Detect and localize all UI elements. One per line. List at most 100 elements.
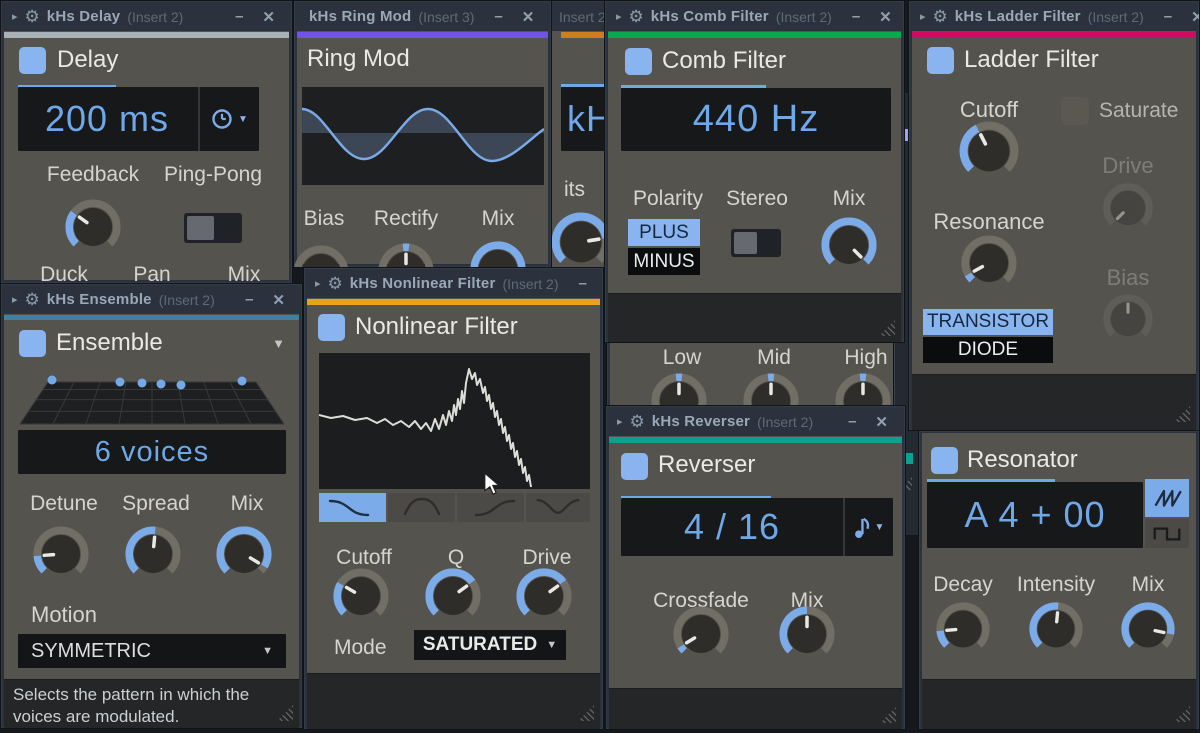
mode-diode-option[interactable]: DIODE (923, 337, 1053, 363)
mix-label: Mix (1103, 573, 1193, 597)
dropdown-arrow-icon: ▼ (546, 639, 557, 651)
close-button[interactable]: ✕ (256, 8, 281, 26)
gear-icon[interactable]: ⚙ (328, 275, 343, 292)
mix-knob[interactable] (215, 525, 273, 583)
cutoff-knob[interactable] (332, 567, 390, 625)
window-titlebar[interactable]: ▸ ⚙ kHs Delay (Insert 2) – ✕ (2, 2, 291, 31)
window-titlebar[interactable]: kHs Ring Mod (Insert 3) – ✕ (295, 2, 550, 31)
minimize-button[interactable]: – (842, 413, 862, 430)
intensity-knob[interactable] (1028, 601, 1084, 657)
window-titlebar[interactable]: ▸ ⚙ kHs Ladder Filter (Insert 2) – ✕ (910, 2, 1198, 31)
crossfade-knob[interactable] (672, 605, 730, 663)
filter-type-notch-button[interactable] (526, 493, 590, 522)
minimize-button[interactable]: – (1158, 8, 1178, 25)
close-button[interactable]: ✕ (600, 275, 604, 293)
waveform-saw-button[interactable] (1145, 479, 1189, 517)
cutoff-knob[interactable] (958, 120, 1020, 182)
close-button[interactable]: ✕ (1185, 8, 1200, 26)
drive-knob[interactable] (515, 567, 573, 625)
value-display[interactable]: 0 kH (561, 87, 606, 151)
filter-type-lowpass-button[interactable] (319, 493, 386, 522)
resize-grip[interactable] (277, 705, 293, 721)
resonance-knob[interactable] (960, 234, 1018, 292)
enable-checkbox[interactable] (931, 447, 958, 474)
mode-dropdown[interactable]: SATURATED ▼ (414, 630, 566, 660)
drive-knob[interactable] (1102, 182, 1154, 234)
collapse-arrow-icon[interactable]: ▸ (617, 415, 623, 428)
stereo-toggle[interactable] (731, 229, 781, 257)
motion-dropdown[interactable]: SYMMETRIC ▼ (18, 634, 286, 668)
resize-grip[interactable] (1174, 706, 1190, 722)
collapse-arrow-icon[interactable]: ▸ (12, 10, 18, 23)
close-button[interactable]: ✕ (516, 8, 541, 26)
close-button[interactable]: ✕ (266, 291, 291, 309)
mix-knob[interactable] (778, 605, 836, 663)
gear-icon[interactable]: ⚙ (933, 8, 948, 25)
mix-knob[interactable] (469, 240, 527, 268)
enable-checkbox[interactable] (318, 314, 345, 341)
bias-knob[interactable] (293, 244, 350, 268)
polarity-minus-option[interactable]: MINUS (628, 248, 700, 275)
enable-checkbox[interactable] (625, 48, 652, 75)
resize-grip[interactable] (1174, 406, 1190, 422)
collapse-arrow-icon[interactable]: ▸ (616, 10, 622, 23)
voices-display[interactable]: 6 voices (18, 430, 286, 474)
minimize-button[interactable]: – (229, 8, 249, 25)
window-titlebar[interactable]: ▸ ⚙ kHs Ensemble (Insert 2) – ✕ (2, 285, 301, 314)
close-button[interactable]: ✕ (869, 413, 894, 431)
window-titlebar[interactable]: Insert 2 (550, 2, 606, 31)
minimize-button[interactable]: – (573, 275, 593, 292)
pitch-display[interactable]: A 4 + 00 (927, 482, 1143, 548)
pingpong-toggle[interactable] (184, 213, 242, 243)
minimize-button[interactable]: – (488, 8, 508, 25)
length-display[interactable]: 4 / 16 ▼ (621, 498, 893, 556)
enable-checkbox[interactable] (927, 47, 954, 74)
feedback-knob[interactable] (64, 198, 122, 256)
resize-grip[interactable] (879, 320, 895, 336)
enable-checkbox[interactable] (19, 47, 46, 74)
plugin-header: Resonator (967, 446, 1078, 474)
detune-knob[interactable] (32, 525, 90, 583)
frequency-display[interactable]: 440 Hz (621, 88, 891, 151)
collapse-arrow-icon[interactable]: ▸ (920, 10, 926, 23)
saturate-checkbox[interactable] (1061, 97, 1089, 125)
window-titlebar[interactable]: ▸ ⚙ kHs Nonlinear Filter (Insert 2) – ✕ (305, 269, 602, 298)
mix-knob[interactable] (820, 216, 878, 274)
decay-knob[interactable] (935, 601, 991, 657)
voices-grid-graphic (18, 372, 286, 430)
time-unit-button[interactable]: ▼ (200, 87, 259, 151)
gear-icon[interactable]: ⚙ (25, 8, 40, 25)
collapse-arrow-icon[interactable]: ▸ (12, 293, 18, 306)
dropdown-arrow-icon: ▼ (262, 645, 273, 657)
filter-type-highpass-button[interactable] (457, 493, 524, 522)
intensity-label: Intensity (1011, 573, 1101, 597)
window-titlebar[interactable]: ▸ ⚙ kHs Reverser (Insert 2) – ✕ (607, 407, 904, 436)
gear-icon[interactable]: ⚙ (629, 8, 644, 25)
collapse-arrow-icon[interactable]: ▸ (315, 277, 321, 290)
waveform-square-button[interactable] (1145, 519, 1189, 548)
rectify-knob[interactable] (377, 242, 435, 268)
close-button[interactable]: ✕ (873, 8, 898, 26)
mode-transistor-option[interactable]: TRANSISTOR (923, 309, 1053, 335)
sync-mode-button[interactable]: ▼ (845, 498, 893, 556)
time-value: 200 ms (18, 98, 196, 140)
enable-checkbox[interactable] (621, 453, 648, 480)
enable-checkbox[interactable] (19, 330, 46, 357)
window-titlebar[interactable]: ▸ ⚙ kHs Comb Filter (Insert 2) – ✕ (606, 2, 903, 31)
gear-icon[interactable]: ⚙ (630, 413, 645, 430)
minimize-button[interactable]: – (846, 8, 866, 25)
resize-grip[interactable] (880, 707, 896, 723)
bias-knob[interactable] (1102, 293, 1154, 345)
bitcrush-knob[interactable] (550, 211, 608, 273)
filter-type-bandpass-button[interactable] (388, 493, 455, 522)
resize-grip[interactable] (578, 705, 594, 721)
header-dropdown-arrow[interactable]: ▼ (272, 336, 285, 351)
time-display[interactable]: 200 ms ▼ (18, 87, 259, 151)
accent-bar (608, 32, 901, 38)
minimize-button[interactable]: – (239, 291, 259, 308)
mix-knob[interactable] (1120, 601, 1176, 657)
gear-icon[interactable]: ⚙ (25, 291, 40, 308)
polarity-plus-option[interactable]: PLUS (628, 219, 700, 246)
q-knob[interactable] (424, 567, 482, 625)
spread-knob[interactable] (124, 525, 182, 583)
